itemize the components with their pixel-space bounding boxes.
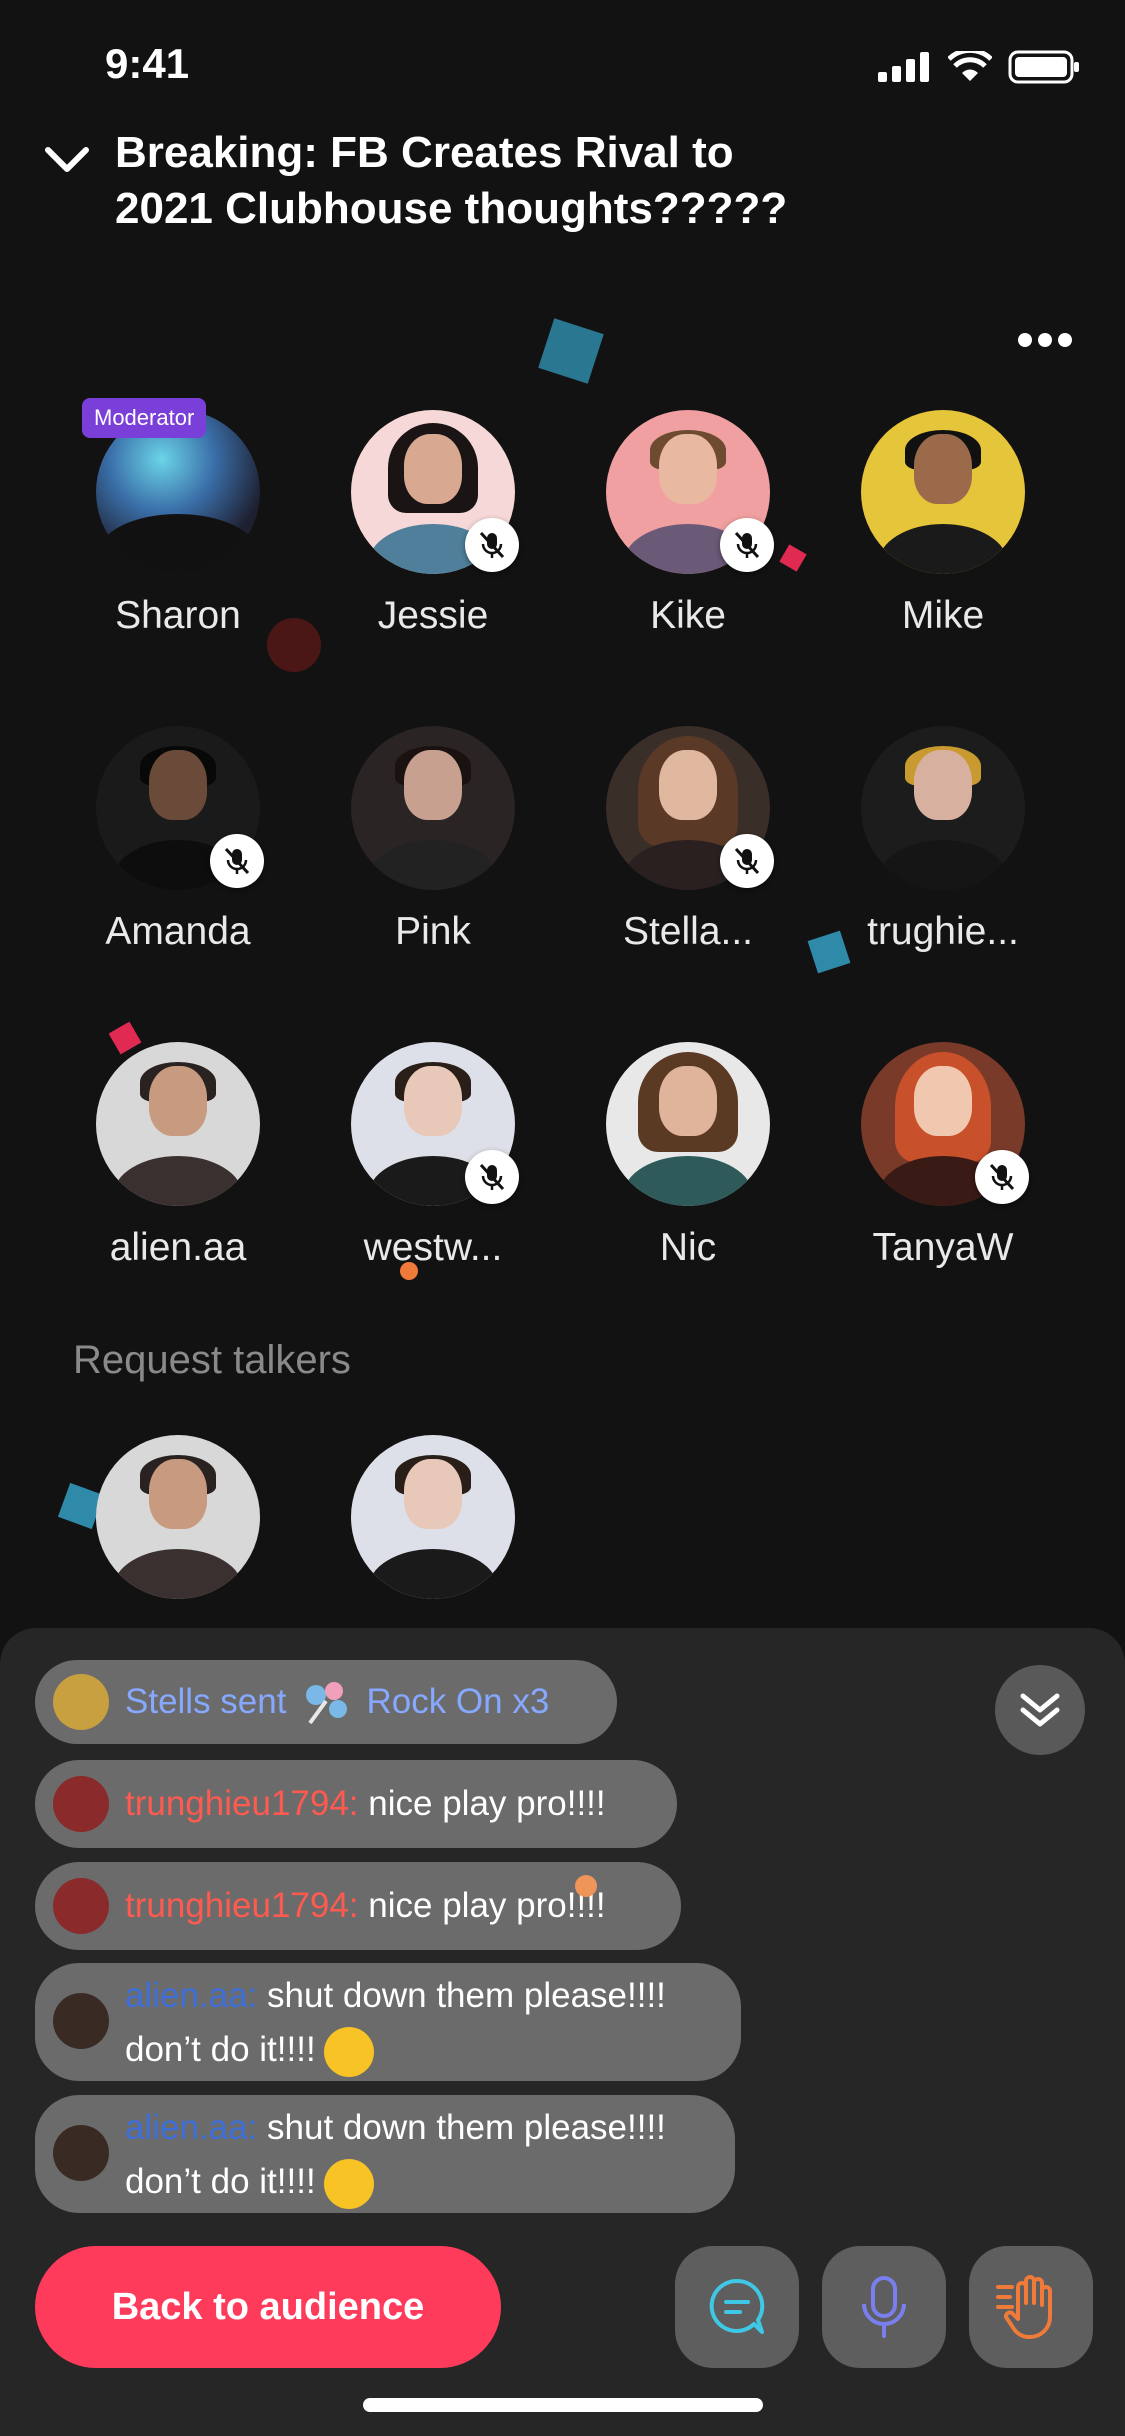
speaker-name: TanyaW [872, 1226, 1014, 1269]
flower-icon [306, 1682, 348, 1725]
speaker-name: Kike [650, 594, 726, 637]
wifi-icon [948, 51, 992, 81]
avatar [351, 726, 515, 890]
avatar [53, 1878, 109, 1934]
speaker-kike[interactable]: Kike [578, 410, 798, 670]
chat-text-line2: don’t do it!!!! [125, 2030, 316, 2069]
speaker-alien-aa[interactable]: alien.aa [68, 1042, 288, 1302]
mic-off-icon [465, 518, 519, 572]
confetti-circle [575, 1875, 597, 1897]
speaker-name: Amanda [105, 910, 251, 953]
speaker-stella[interactable]: Stella... [578, 726, 798, 986]
status-time: 9:41 [105, 40, 190, 87]
gift-name: Rock On x3 [366, 1682, 550, 1721]
speaker-name: alien.aa [109, 1226, 247, 1269]
speaker-name: Jessie [377, 594, 489, 637]
chat-text: nice play pro!!!! [358, 1784, 606, 1823]
room-title: Breaking: FB Creates Rival to 2021 Clubh… [115, 125, 1015, 237]
avatar [861, 410, 1025, 574]
chat-username: trunghieu1794: [125, 1886, 359, 1925]
room-title-line1: Breaking: FB Creates Rival to [115, 128, 734, 177]
speaker-sharon[interactable]: Moderator Sharon [68, 398, 288, 670]
speaker-tanyaw[interactable]: TanyaW [833, 1042, 1053, 1302]
chat-message: alien.aa: shut down them please!!!! don’… [35, 1963, 741, 2081]
chat-text-line2: don’t do it!!!! [125, 2162, 316, 2201]
chat-text: shut down them please!!!! [257, 2108, 666, 2147]
chat-button[interactable] [675, 2246, 799, 2368]
chat-username: alien.aa: [125, 1976, 258, 2015]
avatar [351, 1435, 515, 1599]
avatar [53, 2125, 109, 2181]
chat-icon [709, 2278, 765, 2334]
chat-username: trunghieu1794: [125, 1784, 359, 1823]
more-icon[interactable] [1015, 330, 1075, 350]
speaker-name: Sharon [115, 594, 241, 637]
chat-message: trunghieu1794: nice play pro!!!! [35, 1760, 677, 1848]
speaker-name: Stella... [622, 910, 754, 953]
chevrons-down-icon[interactable] [995, 1665, 1085, 1755]
speaker-name: westw... [363, 1226, 503, 1269]
avatar [53, 1993, 109, 2049]
mic-off-icon [720, 518, 774, 572]
request-talker[interactable] [323, 1435, 543, 1605]
mic-icon [862, 2276, 906, 2338]
avatar [53, 1674, 109, 1730]
raise-hand-icon [996, 2275, 1052, 2339]
mic-button[interactable] [822, 2246, 946, 2368]
speaker-mike[interactable]: Mike [833, 410, 1053, 670]
mic-off-icon [465, 1150, 519, 1204]
speaker-trughie[interactable]: trughie... [833, 726, 1053, 986]
mic-off-icon [210, 834, 264, 888]
request-talkers-title: Request talkers [73, 1338, 351, 1382]
status-icons [878, 50, 1080, 84]
speaker-nic[interactable]: Nic [578, 1042, 798, 1302]
gift-sender: Stells sent [125, 1682, 287, 1721]
signal-icon [878, 52, 929, 82]
avatar [53, 1776, 109, 1832]
raise-hand-button[interactable] [969, 2246, 1093, 2368]
avatar [96, 1435, 260, 1599]
speaker-name: Mike [901, 594, 985, 637]
chat-username: alien.aa: [125, 2108, 258, 2147]
chat-message: alien.aa: shut down them please!!!! don’… [35, 2095, 735, 2213]
chat-text: nice play pro!!!! [358, 1886, 606, 1925]
chat-text: shut down them please!!!! [257, 1976, 666, 2015]
confetti-square [538, 318, 604, 384]
mic-off-icon [720, 834, 774, 888]
room-title-line2: 2021 Clubhouse thoughts????? [115, 184, 788, 233]
moderator-badge: Moderator [82, 398, 207, 438]
request-talker[interactable] [68, 1435, 288, 1605]
speaker-amanda[interactable]: Amanda [68, 726, 288, 986]
home-indicator [363, 2398, 763, 2412]
speaker-jessie[interactable]: Jessie [323, 410, 543, 670]
mic-off-icon [975, 1150, 1029, 1204]
avatar [96, 1042, 260, 1206]
avatar [606, 1042, 770, 1206]
speaker-name: trughie... [867, 910, 1019, 953]
gift-message: Stells sent Rock On x3 [35, 1660, 617, 1744]
speaker-name: Pink [395, 910, 471, 953]
battery-icon [1008, 50, 1079, 84]
speaker-name: Nic [659, 1226, 717, 1269]
wink-emoji-icon [323, 2158, 374, 2209]
speaker-westw[interactable]: westw... [323, 1042, 543, 1302]
chevron-down-icon[interactable] [42, 140, 92, 180]
wink-emoji-icon [323, 2026, 374, 2077]
back-to-audience-button[interactable]: Back to audience [35, 2246, 501, 2368]
avatar [861, 726, 1025, 890]
speaker-pink[interactable]: Pink [323, 726, 543, 986]
